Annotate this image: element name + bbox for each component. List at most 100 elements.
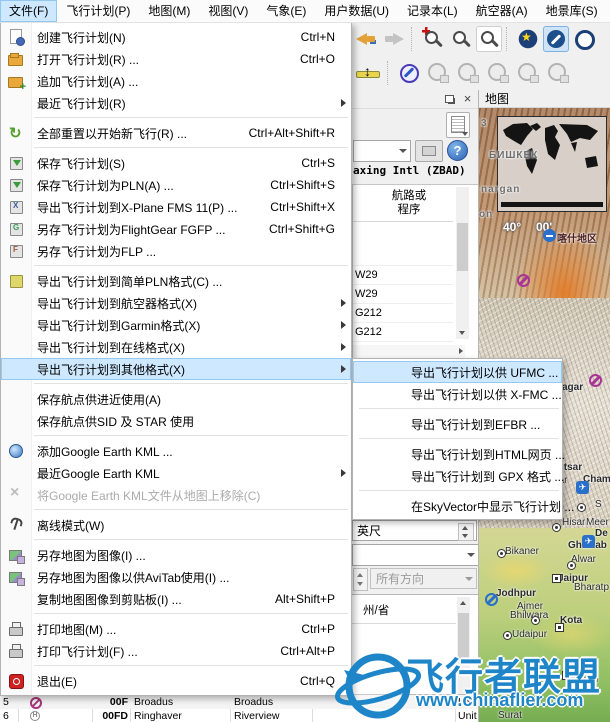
menu-item[interactable]: 导出飞行计划到Garmin格式(X) [1,314,351,336]
airport-search-combo[interactable] [353,140,411,162]
menu-item[interactable]: 保存航点供进近使用(A) [1,388,351,410]
menu-item[interactable]: 追加飞行计划(A) ... [1,70,351,93]
back-icon[interactable] [353,26,379,52]
city-marker-icon[interactable] [503,631,512,640]
world-overview-inset [497,116,607,212]
menu-item[interactable]: 导出飞行计划到HTML网页 ... [353,443,565,465]
waypoint-icon[interactable] [543,229,556,242]
table-row[interactable]: 6 00FD Ringhaver Riverview Unit H [0,709,478,722]
show-on-map-button[interactable] [415,140,443,162]
close-dock-icon[interactable]: × [460,92,475,106]
chevron-down-icon [465,576,473,581]
menu-item[interactable]: 在SkyVector中显示飞行计划 ... [353,495,574,517]
menu-item[interactable]: 打印飞行计划(F) ... Ctrl+Alt+P [1,640,351,662]
menubar-item[interactable]: 飞行计划(P) [57,0,139,22]
menubar-item[interactable]: 文件(F) [0,0,58,22]
vor-icon[interactable] [544,60,572,86]
menu-item[interactable]: 退出(E) Ctrl+Q [1,670,351,692]
altitude-combo[interactable] [352,544,479,566]
route-row[interactable]: W29 [353,266,453,285]
menu-item[interactable]: 保存航点供SID 及 STAR 使用 [1,410,351,432]
city-marker-icon[interactable] [531,616,540,625]
menu-item[interactable]: 打开飞行计划(R) ... Ctrl+O [1,48,351,70]
menu-item[interactable]: 复制地图图像到剪贴板(I) ... Alt+Shift+P [1,588,351,610]
altitude-unit-spinbox[interactable]: 英尺 [352,520,477,541]
zoomdoc-icon[interactable] [476,26,502,52]
city-marker-icon[interactable] [552,523,561,532]
help-button[interactable]: ? [447,140,468,161]
menu-item[interactable]: 另存飞行计划为FlightGear FGFP ... Ctrl+Shift+G [1,218,351,240]
city-marker-icon[interactable] [567,561,576,570]
direction-spinbox[interactable] [353,568,368,591]
menubar-item[interactable]: 地景库(S) [537,0,607,22]
town-marker-icon[interactable] [562,671,571,680]
route-row[interactable]: G212 [353,323,453,342]
route-table[interactable]: 航路或 程序 W29W29G212G212G212 [352,184,480,361]
menu-item[interactable]: 保存飞行计划(S) Ctrl+S [1,152,351,174]
clear-selection-button[interactable] [446,112,470,138]
airport-icon[interactable] [589,374,602,387]
menu-item[interactable]: 创建飞行计划(N) Ctrl+N [1,26,351,48]
menu-item[interactable]: 保存飞行计划为PLN(A) ... Ctrl+Shift+S [1,174,351,196]
city-marker-icon[interactable] [497,549,506,558]
vor-icon[interactable] [484,60,512,86]
scroll-down-icon[interactable] [456,326,469,339]
table-row[interactable]: 5 00F Broadus Broadus US [0,695,478,709]
spinbox-arrows-icon[interactable] [458,523,474,541]
menu-item[interactable]: 导出飞行计划到X-Plane FMS 11(P) ... Ctrl+Shift+X [1,196,351,218]
zoom-icon[interactable] [448,26,474,52]
menubar-item[interactable]: 用户数据(U) [315,0,398,22]
route-row[interactable]: W29 [353,285,453,304]
menubar-item[interactable]: 地图(M) [139,0,199,22]
vor-icon[interactable] [454,60,482,86]
menubar-item[interactable]: 气象(E) [257,0,315,22]
float-dock-icon[interactable] [442,92,457,106]
menu-item[interactable]: 导出飞行计划到其他格式(X) [1,358,351,380]
airport-icon[interactable] [517,274,530,287]
menu-item[interactable]: 导出飞行计划到EFBR ... [353,413,562,435]
menu-item[interactable]: 另存飞行计划为FLP ... [1,240,351,262]
zoomin-icon[interactable] [420,26,446,52]
airport-search-table[interactable]: 5 00F Broadus Broadus US 6 00FD Ringhaver Riverv… [0,694,478,722]
airport-icon[interactable] [485,593,498,606]
route-row[interactable] [353,247,453,266]
menu-item[interactable]: 导出飞行计划到航空器格式(X) [1,292,351,314]
route-horizontal-scrollbar[interactable] [353,345,465,358]
scrollbar-thumb[interactable] [457,223,468,271]
menu-item[interactable]: 导出飞行计划到在线格式(X) [1,336,351,358]
menu-item[interactable]: 最近Google Earth KML [1,462,351,484]
menubar-item[interactable]: 航空器(A) [467,0,537,22]
direction-combo[interactable]: 所有方向 [370,568,477,589]
town-marker-icon[interactable] [555,623,564,632]
menu-item[interactable]: 导出飞行计划以供 UFMC ... [353,361,562,383]
menu-item[interactable]: 添加Google Earth KML ... [1,440,351,462]
town-marker-icon[interactable] [552,574,561,583]
menu-item[interactable]: 最近飞行计划(R) [1,92,351,114]
vor-icon[interactable] [514,60,542,86]
menu-item[interactable]: 另存地图为图像以供AviTab使用(I) ... [1,566,351,588]
menu-item[interactable]: 导出飞行计划到简单PLN格式(C) ... [1,270,351,292]
menu-item[interactable]: 离线模式(W) [1,514,351,536]
route-vertical-scrollbar[interactable] [456,187,469,339]
route-row[interactable]: G212 [353,304,453,323]
fwd-icon[interactable] [381,26,407,52]
vorc-icon[interactable] [574,60,600,86]
city-marker-icon[interactable] [577,503,586,512]
menubar-item[interactable]: 记录本(L) [398,0,467,22]
menu-item[interactable]: 导出飞行计划以供 X-FMC ... [353,383,562,405]
menu-item[interactable]: 导出飞行计划到 GPX 格式 ... [353,465,564,487]
menu-item[interactable]: 全部重置以开始新飞行(R) ... Ctrl+Alt+Shift+R [1,122,351,144]
compass-icon[interactable] [396,60,422,86]
aircraft-icon[interactable]: ✈ [582,535,595,548]
map-label: 40° [503,220,522,234]
menu-item[interactable]: 另存地图为图像(I) ... [1,544,351,566]
outline-icon[interactable] [571,26,597,52]
menu-item[interactable]: 打印地图(M) ... Ctrl+P [1,618,351,640]
star-icon[interactable] [515,26,541,52]
vor-icon[interactable] [424,60,452,86]
aircraft-icon[interactable]: ✈ [576,481,589,494]
elev-icon[interactable] [353,60,383,86]
slash-icon[interactable] [543,26,569,52]
scrollbar-thumb[interactable] [458,613,469,659]
menubar-item[interactable]: 视图(V) [199,0,257,22]
